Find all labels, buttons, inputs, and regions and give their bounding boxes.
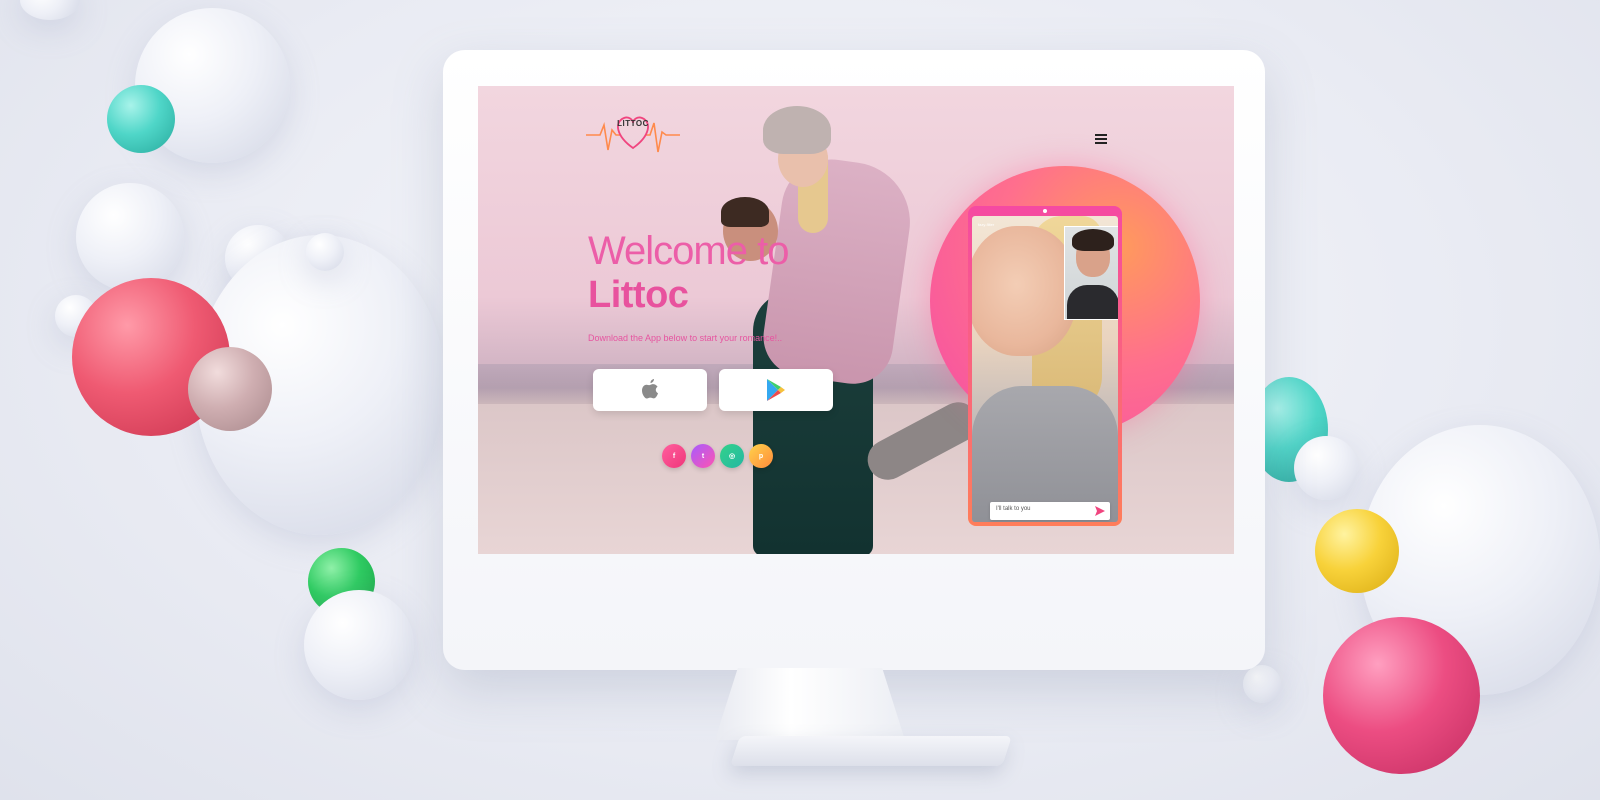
decorative-sphere (76, 183, 184, 291)
facebook-glyph: f (672, 452, 676, 460)
decorative-sphere (20, 0, 80, 20)
decorative-sphere (107, 85, 175, 153)
apple-icon (642, 379, 658, 399)
twitter-icon[interactable]: t (691, 444, 715, 468)
instagram-icon[interactable]: ◎ (720, 444, 744, 468)
logo-text: LITTOC (617, 119, 649, 128)
decorative-sphere (306, 233, 344, 271)
phone-camera-dot (1043, 209, 1047, 213)
decorative-sphere (1243, 665, 1281, 703)
decorative-sphere (1323, 617, 1480, 774)
hero-tagline: Download the App below to start your rom… (588, 333, 783, 343)
website-screen: LITTOC Welcome to Littoc Download the Ap… (478, 86, 1234, 554)
hero-welcome-text: Welcome to (588, 229, 789, 273)
decorative-sphere (1315, 509, 1399, 593)
couple-photo (703, 101, 986, 554)
message-input[interactable]: I'll talk to you (996, 506, 1031, 512)
pinterest-icon[interactable]: p (749, 444, 773, 468)
decorative-sphere (304, 590, 414, 700)
google-play-icon (767, 379, 785, 401)
app-store-button[interactable] (593, 369, 707, 411)
send-icon[interactable] (1094, 505, 1106, 517)
pinterest-glyph: p (758, 452, 764, 460)
decorative-sphere (1294, 436, 1358, 500)
phone-mockup: fazy-filter I'll talk to you (968, 206, 1122, 526)
hero-brand-title: Littoc (588, 274, 689, 316)
google-play-button[interactable] (719, 369, 833, 411)
self-video-thumbnail[interactable] (1064, 226, 1118, 320)
status-text: fazy-filter (978, 222, 995, 227)
message-bar[interactable]: I'll talk to you (990, 502, 1110, 520)
monitor-base (730, 736, 1012, 766)
brand-logo[interactable]: LITTOC (586, 108, 680, 158)
caller-face (972, 226, 1077, 356)
facebook-icon[interactable]: f (662, 444, 686, 468)
decorative-sphere (188, 347, 272, 431)
monitor-stand (715, 668, 905, 740)
twitter-glyph: t (701, 452, 705, 460)
hamburger-menu-icon[interactable] (1095, 134, 1107, 144)
instagram-glyph: ◎ (728, 453, 736, 460)
heartbeat-heart-icon (586, 116, 680, 153)
video-call-screen: fazy-filter I'll talk to you (972, 216, 1118, 522)
